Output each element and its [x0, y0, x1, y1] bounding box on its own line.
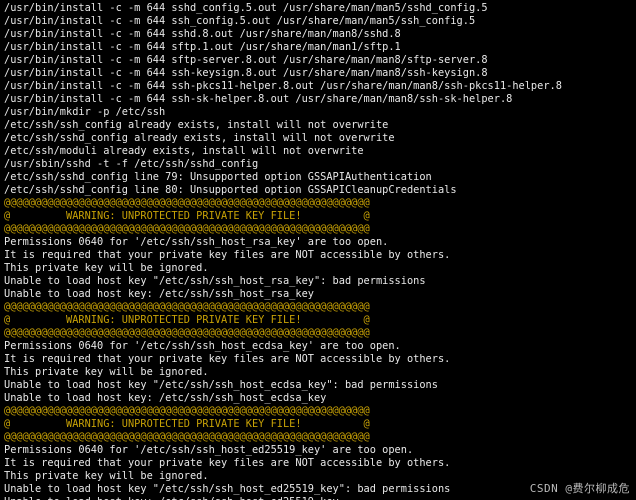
- watermark-text: CSDN @费尔柳成危: [530, 480, 630, 496]
- terminal-line: /etc/ssh/sshd_config already exists, ins…: [4, 132, 636, 145]
- terminal-line: /usr/bin/install -c -m 644 ssh-sk-helper…: [4, 93, 636, 106]
- terminal-line: @ WARNING: UNPROTECTED PRIVATE KEY FILE!…: [4, 314, 636, 327]
- terminal-line: @ WARNING: UNPROTECTED PRIVATE KEY FILE!…: [4, 418, 636, 431]
- terminal-line: /usr/bin/install -c -m 644 ssh_config.5.…: [4, 15, 636, 28]
- terminal-line: Permissions 0640 for '/etc/ssh/ssh_host_…: [4, 444, 636, 457]
- terminal-line: Permissions 0640 for '/etc/ssh/ssh_host_…: [4, 340, 636, 353]
- terminal-line: @@@@@@@@@@@@@@@@@@@@@@@@@@@@@@@@@@@@@@@@…: [4, 431, 636, 444]
- terminal-line: /etc/ssh/ssh_config already exists, inst…: [4, 119, 636, 132]
- terminal-line: This private key will be ignored.: [4, 262, 636, 275]
- terminal-line: Unable to load host key "/etc/ssh/ssh_ho…: [4, 275, 636, 288]
- terminal-line: /etc/ssh/sshd_config line 80: Unsupporte…: [4, 184, 636, 197]
- terminal-line: Unable to load host key "/etc/ssh/ssh_ho…: [4, 379, 636, 392]
- terminal-line: Unable to load host key: /etc/ssh/ssh_ho…: [4, 288, 636, 301]
- terminal-line: /usr/bin/install -c -m 644 ssh-keysign.8…: [4, 67, 636, 80]
- terminal-line: @@@@@@@@@@@@@@@@@@@@@@@@@@@@@@@@@@@@@@@@…: [4, 301, 636, 314]
- terminal-line: /usr/bin/mkdir -p /etc/ssh: [4, 106, 636, 119]
- terminal-line: Permissions 0640 for '/etc/ssh/ssh_host_…: [4, 236, 636, 249]
- terminal-line: It is required that your private key fil…: [4, 353, 636, 366]
- terminal-line: /usr/bin/install -c -m 644 sftp.1.out /u…: [4, 41, 636, 54]
- terminal-line: /usr/bin/install -c -m 644 sshd_config.5…: [4, 2, 636, 15]
- terminal-line: @ WARNING: UNPROTECTED PRIVATE KEY FILE!…: [4, 210, 636, 223]
- terminal-line: This private key will be ignored.: [4, 366, 636, 379]
- terminal-line: /usr/bin/install -c -m 644 ssh-pkcs11-he…: [4, 80, 636, 93]
- terminal-line: /usr/bin/install -c -m 644 sshd.8.out /u…: [4, 28, 636, 41]
- terminal-line: /usr/sbin/sshd -t -f /etc/ssh/sshd_confi…: [4, 158, 636, 171]
- terminal-output: /usr/bin/install -c -m 644 sshd_config.5…: [0, 0, 636, 500]
- terminal-line: Unable to load host key: /etc/ssh/ssh_ho…: [4, 392, 636, 405]
- terminal-line: Unable to load host key: /etc/ssh/ssh_ho…: [4, 496, 636, 500]
- terminal-line: @@@@@@@@@@@@@@@@@@@@@@@@@@@@@@@@@@@@@@@@…: [4, 405, 636, 418]
- terminal-line: @@@@@@@@@@@@@@@@@@@@@@@@@@@@@@@@@@@@@@@@…: [4, 223, 636, 236]
- terminal-line: It is required that your private key fil…: [4, 457, 636, 470]
- terminal-line: It is required that your private key fil…: [4, 249, 636, 262]
- terminal-line: /etc/ssh/sshd_config line 79: Unsupporte…: [4, 171, 636, 184]
- terminal-line: @@@@@@@@@@@@@@@@@@@@@@@@@@@@@@@@@@@@@@@@…: [4, 197, 636, 210]
- terminal-line: /usr/bin/install -c -m 644 sftp-server.8…: [4, 54, 636, 67]
- terminal-line: /etc/ssh/moduli already exists, install …: [4, 145, 636, 158]
- terminal-line: @@@@@@@@@@@@@@@@@@@@@@@@@@@@@@@@@@@@@@@@…: [4, 327, 636, 340]
